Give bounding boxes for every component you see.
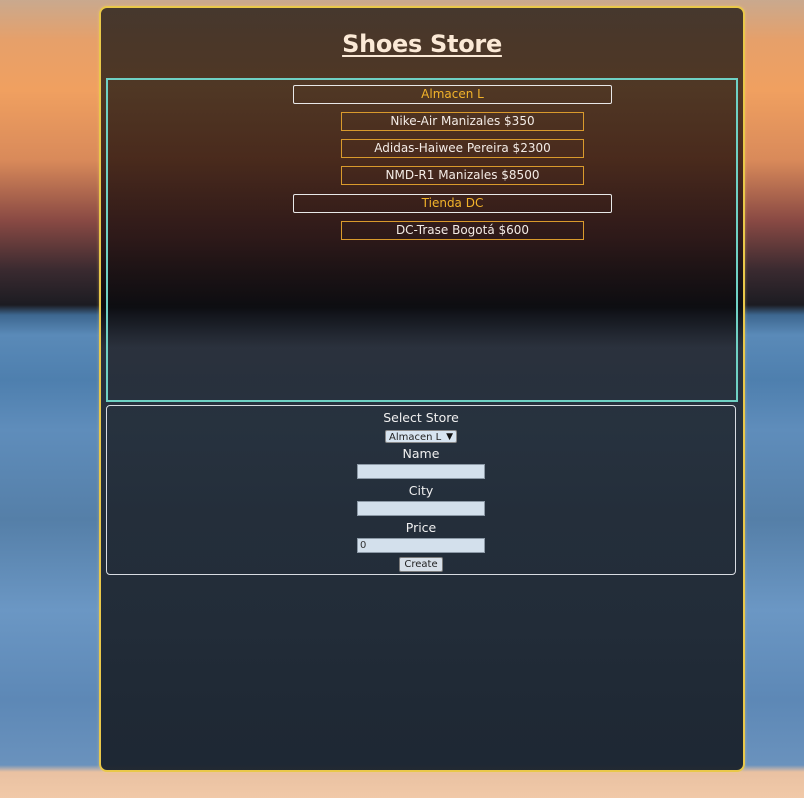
chevron-down-icon: ▼ <box>446 432 453 442</box>
shoe-item: Nike-Air Manizales $350 <box>341 112 584 131</box>
create-shoe-form: Select Store Almacen L ▼ Name City Price… <box>106 405 736 575</box>
page-title: Shoes Store <box>342 30 502 58</box>
name-label: Name <box>402 446 440 461</box>
shoe-item: NMD-R1 Manizales $8500 <box>341 166 584 185</box>
price-input[interactable]: 0 <box>357 538 485 553</box>
price-label: Price <box>405 520 437 535</box>
store-select[interactable]: Almacen L ▼ <box>385 430 457 443</box>
create-button[interactable]: Create <box>399 557 443 572</box>
store-header-tienda-dc: Tienda DC <box>293 194 612 213</box>
shoe-item: DC-Trase Bogotá $600 <box>341 221 584 240</box>
select-store-label: Select Store <box>383 410 459 425</box>
store-header-almacen-l: Almacen L <box>293 85 612 104</box>
shoe-item: Adidas-Haiwee Pereira $2300 <box>341 139 584 158</box>
store-select-value: Almacen L <box>389 432 442 443</box>
store-list-panel: Almacen L Nike-Air Manizales $350 Adidas… <box>106 78 738 402</box>
name-input[interactable] <box>357 464 485 479</box>
city-input[interactable] <box>357 501 485 516</box>
store-container: Shoes Store Almacen L Nike-Air Manizales… <box>99 6 745 772</box>
city-label: City <box>408 483 434 498</box>
